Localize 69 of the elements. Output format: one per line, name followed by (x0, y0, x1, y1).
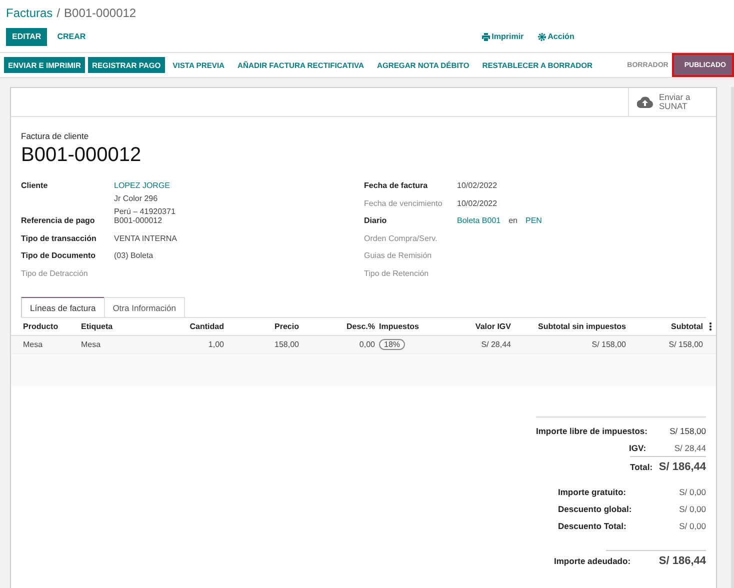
column-header[interactable]: Valor IGV (439, 322, 511, 331)
field-label: Cliente (21, 181, 49, 192)
field-label: Tipo de transacción (21, 234, 98, 245)
action-menu-button[interactable]: Acción (538, 32, 574, 41)
notebook-tab[interactable]: Otra Información (104, 297, 185, 317)
action-menu-button[interactable]: Imprimir (482, 32, 524, 41)
field-value: 10/02/2022 (457, 198, 498, 208)
document-type-label: Factura de cliente (21, 131, 90, 141)
field-value: (03) Boleta (114, 251, 154, 260)
field-label: Orden Compra/Serv. (364, 234, 438, 245)
field-label: Tipo de Retención (364, 268, 430, 280)
field-label: Fecha de vencimiento (364, 198, 444, 210)
column-header[interactable]: Precio (224, 322, 299, 331)
breadcrumb-link[interactable]: Facturas (6, 6, 53, 20)
column-options-icon[interactable] (709, 322, 712, 331)
field-value: en (508, 216, 518, 227)
table-cell: Mesa (23, 340, 43, 349)
column-header[interactable]: Impuestos (379, 322, 439, 331)
toolbar-button[interactable]: EDITAR (6, 28, 48, 46)
total-label: Importe gratuito: (558, 486, 626, 496)
gear-icon (538, 32, 546, 40)
field-label: Fecha de factura (364, 181, 429, 192)
total-amount: S/ 28,44 (674, 443, 706, 453)
field-value: Jr Color 296 (114, 194, 159, 203)
total-amount: S/ 0,00 (679, 520, 706, 530)
total-label: Total: (630, 462, 653, 472)
field-label: Diario (364, 216, 388, 227)
total-label: Importe adeudado: (554, 556, 631, 566)
field-label: Tipo de Documento (21, 251, 97, 262)
field-value: B001-000012 (114, 216, 162, 225)
total-amount: S/ 158,00 (670, 426, 706, 436)
breadcrumb-current: B001-000012 (64, 6, 136, 20)
column-header[interactable]: Cantidad (131, 322, 224, 331)
table-cell: 0,00 (359, 340, 375, 349)
total-label: Descuento global: (558, 504, 632, 514)
column-header[interactable]: Producto (23, 322, 81, 331)
toolbar-button[interactable]: CREAR (51, 28, 92, 46)
table-cell: S/ 158,00 (592, 340, 626, 349)
column-header[interactable]: Subtotal (626, 322, 703, 331)
total-amount: S/ 0,00 (679, 486, 706, 496)
field-label: Referencia de pago (21, 216, 96, 227)
notebook-tab[interactable]: Líneas de factura (21, 297, 105, 317)
total-label: Importe libre de impuestos: (536, 426, 648, 436)
total-amount: S/ 0,00 (679, 504, 706, 514)
field-link[interactable]: PEN (526, 216, 542, 234)
breadcrumb-separator: / (56, 6, 60, 20)
column-header[interactable]: Subtotal sin impuestos (511, 322, 626, 331)
table-cell: Mesa (81, 340, 101, 349)
table-cell: S/ 28,44 (481, 340, 511, 349)
total-amount: S/ 186,44 (658, 461, 706, 473)
field-value: VENTA INTERNA (114, 234, 177, 242)
tax-tag: 18% (379, 339, 406, 350)
total-label: Descuento Total: (558, 520, 626, 530)
column-header[interactable]: Etiqueta (81, 322, 131, 331)
print-icon (482, 32, 490, 40)
field-label: Guias de Remisión (364, 251, 433, 262)
invoice-number: B001-000012 (21, 144, 142, 167)
field-link[interactable]: Boleta B001 (457, 216, 501, 234)
field-value: 10/02/2022 (457, 181, 498, 190)
total-amount: S/ 186,44 (658, 555, 706, 567)
table-cell: 1,00 (208, 340, 224, 349)
field-label: Tipo de Detracción (21, 268, 89, 280)
field-link[interactable]: LOPEZ JORGE (114, 181, 176, 190)
column-header[interactable]: Desc.% (299, 322, 379, 331)
table-cell: 158,00 (274, 340, 299, 349)
total-label: IGV: (629, 443, 646, 453)
cloud-upload-icon (637, 96, 654, 108)
table-cell: S/ 158,00 (668, 340, 703, 349)
field-value: Perú – 41920371 (114, 207, 176, 216)
